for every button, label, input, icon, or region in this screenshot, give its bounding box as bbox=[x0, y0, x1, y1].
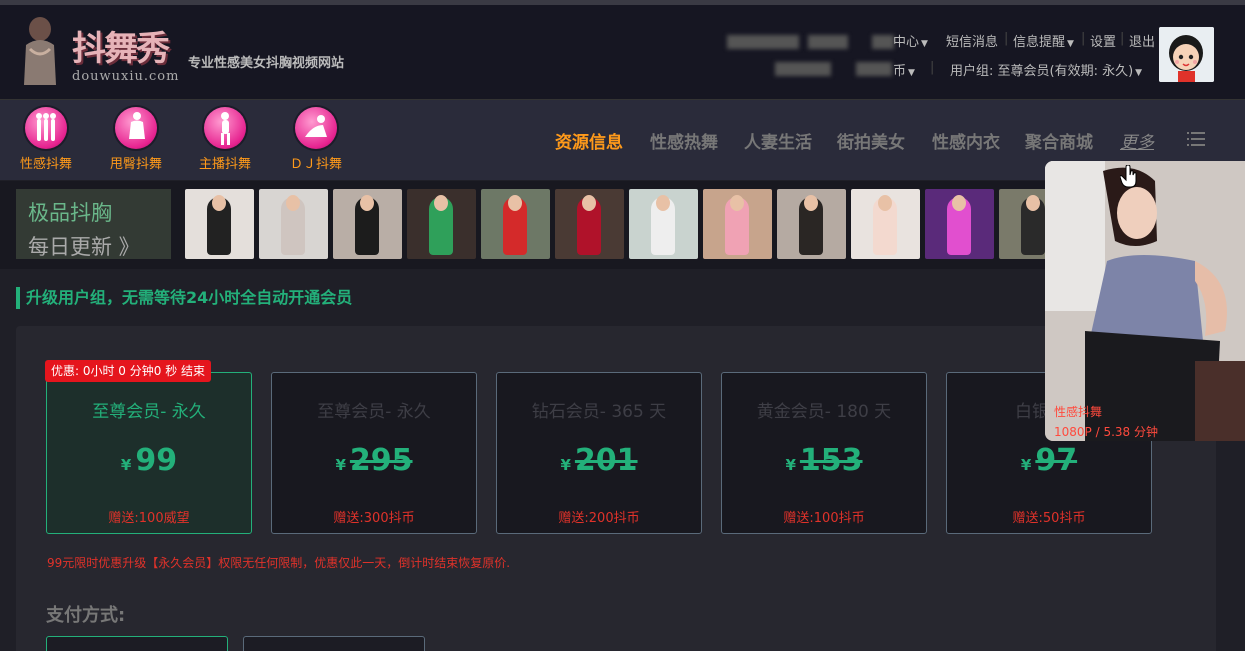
category-dj-dance[interactable]: ＤＪ抖舞 bbox=[281, 107, 351, 172]
video-popup-meta: 1080P / 5.38 分钟 bbox=[1054, 425, 1158, 439]
payment-option-2[interactable] bbox=[243, 636, 425, 651]
plan-gift: 赠送:50抖币 bbox=[1012, 511, 1086, 526]
user-group-menu[interactable]: 用户组: 至尊会员(有效期: 永久) ▼ bbox=[950, 60, 1142, 79]
coin-link[interactable]: 币 ▼ bbox=[893, 60, 915, 79]
logo-figure-icon bbox=[24, 17, 56, 85]
daily-update-promo[interactable]: 极品抖胸 每日更新 》 bbox=[16, 189, 171, 259]
site-slogan: 专业性感美女抖胸视频网站 bbox=[188, 56, 345, 71]
plan-gift: 赠送:300抖币 bbox=[333, 511, 415, 526]
alerts-link[interactable]: 信息提醒 ▼ bbox=[1013, 31, 1074, 50]
discount-countdown-badge: 优惠: 0小时 0 分钟0 秒 结束 bbox=[45, 360, 212, 382]
video-thumbnail[interactable] bbox=[777, 189, 846, 259]
site-logo[interactable]: 抖舞秀 douwuxiu.com bbox=[14, 15, 184, 89]
plan-price: ¥153 bbox=[785, 443, 863, 478]
divider: | bbox=[1004, 31, 1009, 46]
video-thumbnail[interactable] bbox=[259, 189, 328, 259]
nav-resources[interactable]: 资源信息 bbox=[555, 128, 623, 153]
promo-line1: 极品抖胸 bbox=[28, 201, 112, 225]
blurred-username bbox=[727, 35, 799, 49]
hand-cursor-icon bbox=[1120, 165, 1137, 188]
blurred-info bbox=[856, 62, 892, 76]
video-thumbnail[interactable] bbox=[481, 189, 550, 259]
nav-mall[interactable]: 聚合商城 bbox=[1025, 128, 1093, 153]
plan-card-diamond[interactable]: 钻石会员- 365 天 ¥201 赠送:200抖币 bbox=[496, 372, 702, 534]
plan-name: 钻石会员- 365 天 bbox=[531, 402, 667, 422]
nav-wife-life[interactable]: 人妻生活 bbox=[744, 128, 812, 153]
blurred-info bbox=[775, 62, 831, 76]
video-thumbnail[interactable] bbox=[925, 189, 994, 259]
promo-notice: 99元限时优惠升级【永久会员】权限无任何限制，优惠仅此一天，倒计时结束恢复原价. bbox=[47, 556, 511, 570]
video-preview-image bbox=[1045, 161, 1245, 441]
category-label: 甩臀抖舞 bbox=[109, 157, 162, 172]
plan-name: 黄金会员- 180 天 bbox=[756, 402, 892, 422]
logout-link[interactable]: 退出 bbox=[1129, 31, 1155, 50]
chevron-down-icon: ▼ bbox=[1067, 39, 1074, 49]
plan-gift: 赠送:100威望 bbox=[108, 511, 190, 526]
chevron-down-icon: ▼ bbox=[908, 68, 915, 78]
plan-name: 至尊会员- 永久 bbox=[92, 402, 206, 422]
user-center-link[interactable]: 中心 ▼ bbox=[893, 31, 928, 50]
plan-card-gold[interactable]: 黄金会员- 180 天 ¥153 赠送:100抖币 bbox=[721, 372, 927, 534]
plan-price: ¥201 bbox=[560, 443, 638, 478]
dancer-icon bbox=[25, 107, 67, 149]
category-label: 主播抖舞 bbox=[198, 157, 251, 172]
upgrade-section-title: 升级用户组，无需等待24小时全自动开通会员 bbox=[16, 287, 352, 309]
category-sexy-dance[interactable]: 性感抖舞 bbox=[11, 107, 81, 172]
nav-lingerie[interactable]: 性感内衣 bbox=[932, 128, 1000, 153]
logo-domain: douwuxiu.com bbox=[72, 69, 180, 84]
divider: | bbox=[1120, 31, 1125, 46]
plan-price: ¥97 bbox=[1020, 443, 1078, 478]
site-header: 抖舞秀 douwuxiu.com 专业性感美女抖胸视频网站 中心 ▼ 短信消息 |… bbox=[0, 5, 1245, 99]
payment-method-label: 支付方式: bbox=[46, 605, 126, 626]
avatar[interactable] bbox=[1159, 27, 1214, 82]
plan-price: ¥295 bbox=[335, 443, 413, 478]
plan-gift: 赠送:200抖币 bbox=[558, 511, 640, 526]
settings-link[interactable]: 设置 bbox=[1090, 31, 1116, 50]
category-label: 性感抖舞 bbox=[19, 157, 72, 172]
video-preview-popup[interactable]: 性感抖舞 1080P / 5.38 分钟 bbox=[1045, 161, 1245, 441]
logo-brand: 抖舞秀 bbox=[72, 29, 170, 69]
plan-card-supreme-forever-original[interactable]: 至尊会员- 永久 ¥295 赠送:300抖币 bbox=[271, 372, 477, 534]
payment-option-1[interactable] bbox=[46, 636, 228, 651]
messages-link[interactable]: 短信消息 bbox=[946, 31, 998, 50]
video-thumbnail[interactable] bbox=[333, 189, 402, 259]
nav-more[interactable]: 更多 bbox=[1120, 128, 1154, 153]
dancer-icon bbox=[204, 107, 246, 149]
blurred-info bbox=[808, 35, 848, 49]
category-anchor-dance[interactable]: 主播抖舞 bbox=[190, 107, 260, 172]
chevron-down-icon: ▼ bbox=[1135, 68, 1143, 78]
video-thumbnail[interactable] bbox=[407, 189, 476, 259]
divider: | bbox=[930, 60, 935, 75]
avatar-cartoon-icon bbox=[1159, 27, 1214, 82]
dancer-icon bbox=[295, 107, 337, 149]
promo-line2: 每日更新 》 bbox=[28, 235, 140, 259]
plan-price: ¥99 bbox=[120, 443, 178, 478]
plan-name: 至尊会员- 永久 bbox=[317, 402, 431, 422]
nav-street-photos[interactable]: 街拍美女 bbox=[837, 128, 905, 153]
video-thumbnail[interactable] bbox=[555, 189, 624, 259]
category-label: ＤＪ抖舞 bbox=[289, 157, 342, 172]
video-thumbnail[interactable] bbox=[703, 189, 772, 259]
blurred-info bbox=[872, 35, 894, 49]
category-hip-dance[interactable]: 甩臀抖舞 bbox=[101, 107, 171, 172]
video-thumbnail[interactable] bbox=[185, 189, 254, 259]
plan-card-supreme-forever[interactable]: 至尊会员- 永久 ¥99 赠送:100威望 bbox=[46, 372, 252, 534]
chevron-down-icon: ▼ bbox=[921, 39, 928, 49]
video-thumbnail[interactable] bbox=[629, 189, 698, 259]
divider: | bbox=[1081, 31, 1086, 46]
list-icon[interactable] bbox=[1187, 130, 1205, 148]
nav-hot-dance[interactable]: 性感热舞 bbox=[650, 128, 718, 153]
video-popup-title: 性感抖舞 bbox=[1054, 405, 1103, 419]
video-thumbnail[interactable] bbox=[851, 189, 920, 259]
plan-gift: 赠送:100抖币 bbox=[783, 511, 865, 526]
dancer-icon bbox=[115, 107, 157, 149]
